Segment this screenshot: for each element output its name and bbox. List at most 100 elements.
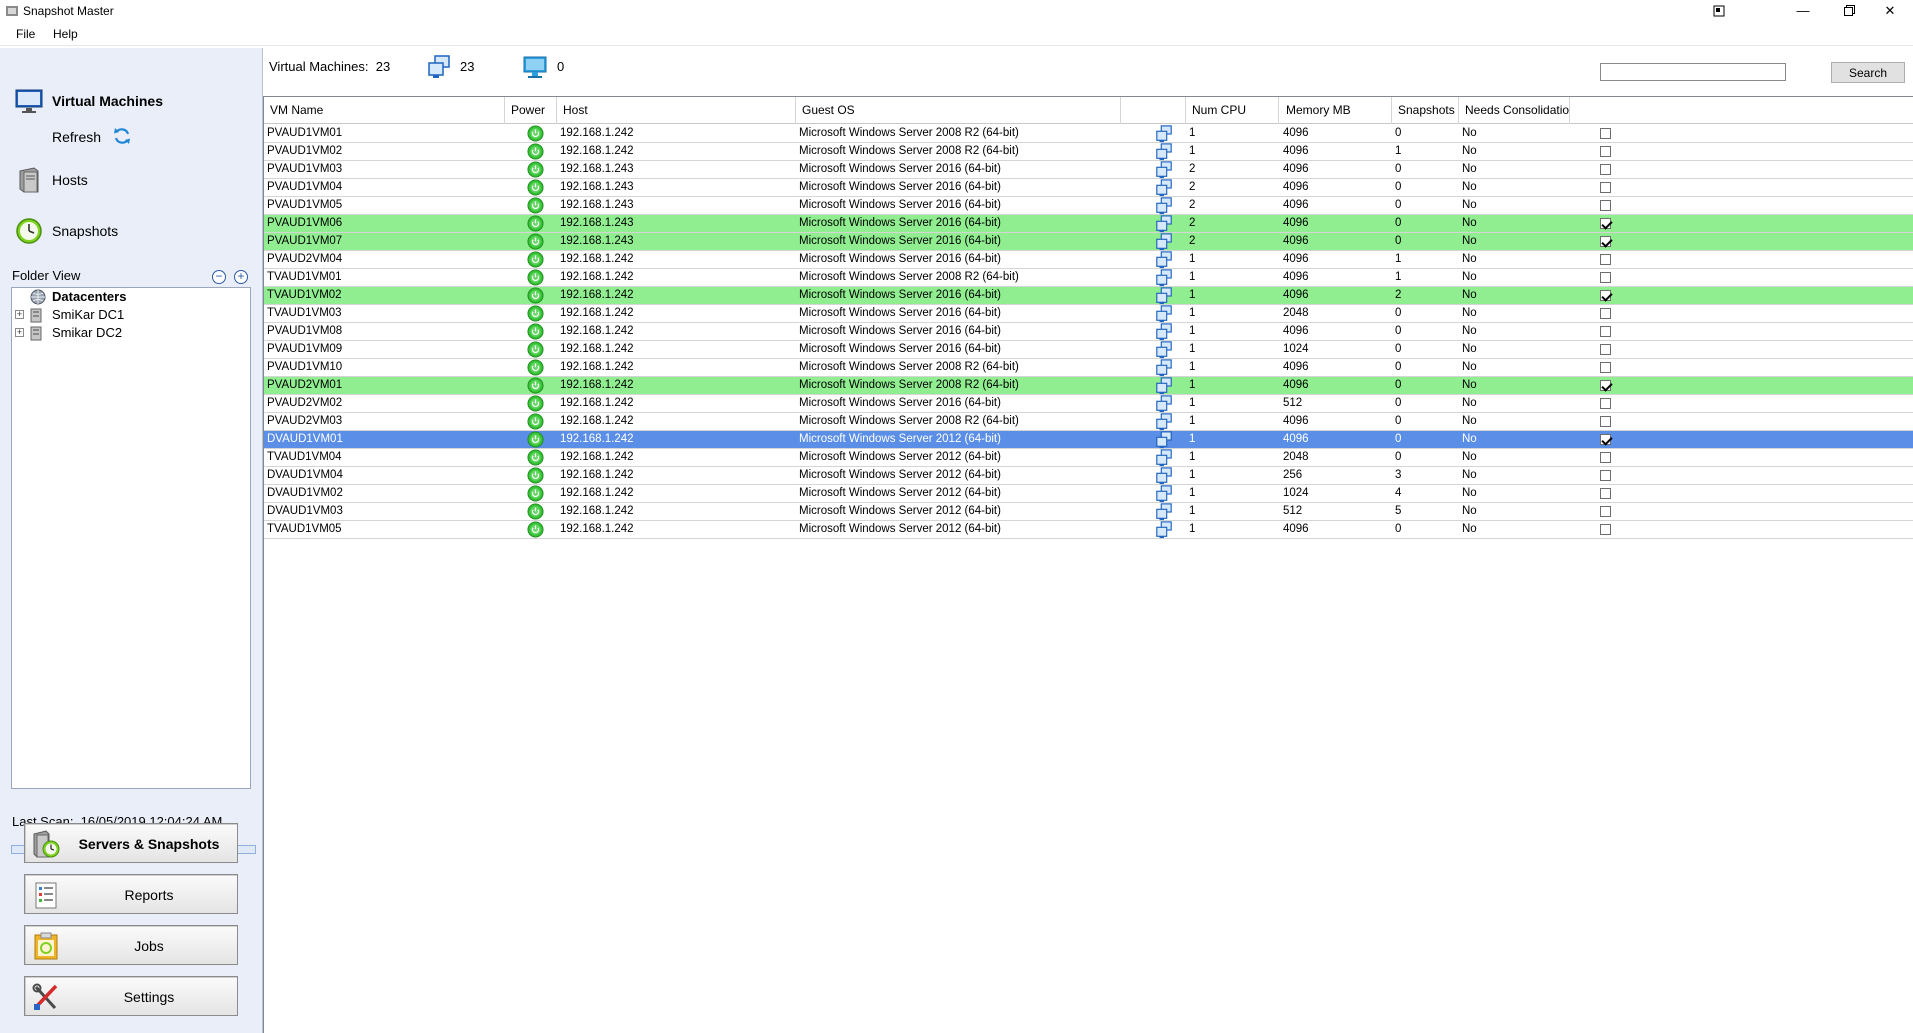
table-row[interactable]: DVAUD1VM04 192.168.1.242 Microsoft Windows…	[264, 467, 1913, 485]
vm-console-icon[interactable]	[1155, 197, 1173, 215]
table-row[interactable]: PVAUD2VM03 192.168.1.242 Microsoft Windows…	[264, 413, 1913, 431]
row-checkbox[interactable]	[1600, 218, 1611, 229]
column-header-host[interactable]: Host	[557, 97, 796, 124]
close-button[interactable]: ✕	[1867, 0, 1913, 22]
tree-expander[interactable]: +	[15, 310, 24, 319]
vm-console-icon[interactable]	[1155, 251, 1173, 269]
vm-console-icon[interactable]	[1155, 287, 1173, 305]
reports-button[interactable]: Reports	[24, 874, 238, 914]
refresh-link[interactable]: Refresh	[52, 129, 101, 145]
tree-node-smikar-dc1[interactable]: + SmiKar DC1	[12, 306, 242, 324]
row-checkbox[interactable]	[1600, 470, 1611, 481]
row-checkbox[interactable]	[1600, 344, 1611, 355]
vm-console-icon[interactable]	[1155, 233, 1173, 251]
column-header-vm-name[interactable]: VM Name	[264, 97, 505, 124]
folder-tree[interactable]: Datacenters + SmiKar DC1 + Smikar DC2	[11, 287, 251, 789]
vm-console-icon[interactable]	[1155, 161, 1173, 179]
vm-console-icon[interactable]	[1155, 359, 1173, 377]
vm-console-icon[interactable]	[1155, 179, 1173, 197]
row-checkbox[interactable]	[1600, 506, 1611, 517]
row-checkbox[interactable]	[1600, 272, 1611, 283]
collapse-all-button[interactable]: −	[212, 270, 226, 284]
row-checkbox[interactable]	[1600, 326, 1611, 337]
vm-console-icon[interactable]	[1155, 431, 1173, 449]
row-checkbox[interactable]	[1600, 416, 1611, 427]
row-checkbox[interactable]	[1600, 200, 1611, 211]
column-header-power[interactable]: Power	[505, 97, 557, 124]
settings-button[interactable]: Settings	[24, 976, 238, 1016]
table-row[interactable]: PVAUD1VM02 192.168.1.242 Microsoft Windows…	[264, 143, 1913, 161]
refresh-icon[interactable]	[112, 126, 132, 146]
minimize-button[interactable]: —	[1780, 0, 1826, 22]
vm-console-icon[interactable]	[1155, 269, 1173, 287]
table-row[interactable]: PVAUD1VM03 192.168.1.243 Microsoft Windows…	[264, 161, 1913, 179]
vm-console-icon[interactable]	[1155, 485, 1173, 503]
search-input[interactable]	[1600, 63, 1786, 81]
row-checkbox[interactable]	[1600, 128, 1611, 139]
column-header-snapshots[interactable]: Snapshots	[1392, 97, 1459, 124]
vm-console-icon[interactable]	[1155, 125, 1173, 143]
column-header-guest-os[interactable]: Guest OS	[796, 97, 1121, 124]
menu-help[interactable]: Help	[53, 27, 78, 41]
jobs-button[interactable]: Jobs	[24, 925, 238, 965]
row-checkbox[interactable]	[1600, 524, 1611, 535]
row-checkbox[interactable]	[1600, 452, 1611, 463]
table-row[interactable]: PVAUD1VM05 192.168.1.243 Microsoft Windows…	[264, 197, 1913, 215]
column-header-num-cpu[interactable]: Num CPU	[1186, 97, 1279, 124]
table-row[interactable]: TVAUD1VM02 192.168.1.242 Microsoft Windows…	[264, 287, 1913, 305]
table-row[interactable]: PVAUD1VM10 192.168.1.242 Microsoft Windows…	[264, 359, 1913, 377]
servers-snapshots-button[interactable]: Servers & Snapshots	[24, 823, 238, 863]
table-row[interactable]: PVAUD2VM01 192.168.1.242 Microsoft Windows…	[264, 377, 1913, 395]
vm-console-icon[interactable]	[1155, 467, 1173, 485]
row-checkbox[interactable]	[1600, 146, 1611, 157]
table-row[interactable]: PVAUD2VM04 192.168.1.242 Microsoft Windows…	[264, 251, 1913, 269]
table-row[interactable]: PVAUD1VM01 192.168.1.242 Microsoft Windows…	[264, 125, 1913, 143]
row-checkbox[interactable]	[1600, 380, 1611, 391]
row-checkbox[interactable]	[1600, 308, 1611, 319]
vm-console-icon[interactable]	[1155, 341, 1173, 359]
column-header-console[interactable]	[1121, 97, 1186, 124]
table-row[interactable]: DVAUD1VM02 192.168.1.242 Microsoft Windows…	[264, 485, 1913, 503]
row-checkbox[interactable]	[1600, 398, 1611, 409]
row-checkbox[interactable]	[1600, 290, 1611, 301]
vm-console-icon[interactable]	[1155, 215, 1173, 233]
vm-console-icon[interactable]	[1155, 395, 1173, 413]
table-row[interactable]: PVAUD2VM02 192.168.1.242 Microsoft Windows…	[264, 395, 1913, 413]
table-row[interactable]: PVAUD1VM09 192.168.1.242 Microsoft Windows…	[264, 341, 1913, 359]
row-checkbox[interactable]	[1600, 362, 1611, 373]
row-checkbox[interactable]	[1600, 182, 1611, 193]
table-row[interactable]: PVAUD1VM08 192.168.1.242 Microsoft Windows…	[264, 323, 1913, 341]
restore-layout-button[interactable]	[1696, 0, 1742, 22]
tree-node-datacenters[interactable]: Datacenters	[12, 288, 242, 306]
row-checkbox[interactable]	[1600, 434, 1611, 445]
menu-file[interactable]: File	[16, 27, 35, 41]
vm-console-icon[interactable]	[1155, 449, 1173, 467]
tree-node-smikar-dc2[interactable]: + Smikar DC2	[12, 324, 242, 342]
vm-console-icon[interactable]	[1155, 503, 1173, 521]
table-row[interactable]: TVAUD1VM03 192.168.1.242 Microsoft Windows…	[264, 305, 1913, 323]
table-row[interactable]: PVAUD1VM06 192.168.1.243 Microsoft Windows…	[264, 215, 1913, 233]
vm-console-icon[interactable]	[1155, 413, 1173, 431]
vm-console-icon[interactable]	[1155, 143, 1173, 161]
column-header-memory[interactable]: Memory MB	[1280, 97, 1392, 124]
table-row[interactable]: PVAUD1VM04 192.168.1.243 Microsoft Windows…	[264, 179, 1913, 197]
table-row[interactable]: TVAUD1VM01 192.168.1.242 Microsoft Windows…	[264, 269, 1913, 287]
vm-console-icon[interactable]	[1155, 305, 1173, 323]
row-checkbox[interactable]	[1600, 236, 1611, 247]
table-row[interactable]: TVAUD1VM05 192.168.1.242 Microsoft Windows…	[264, 521, 1913, 539]
table-row[interactable]: DVAUD1VM01 192.168.1.242 Microsoft Windows…	[264, 431, 1913, 449]
maximize-button[interactable]	[1826, 0, 1872, 22]
row-checkbox[interactable]	[1600, 488, 1611, 499]
row-checkbox[interactable]	[1600, 254, 1611, 265]
expand-all-button[interactable]: +	[234, 270, 248, 284]
vm-console-icon[interactable]	[1155, 521, 1173, 539]
column-header-needs-consolidation[interactable]: Needs Consolidation	[1459, 97, 1570, 124]
table-row[interactable]: PVAUD1VM07 192.168.1.243 Microsoft Windows…	[264, 233, 1913, 251]
tree-expander[interactable]: +	[15, 328, 24, 337]
row-checkbox[interactable]	[1600, 164, 1611, 175]
table-row[interactable]: TVAUD1VM04 192.168.1.242 Microsoft Windows…	[264, 449, 1913, 467]
vm-console-icon[interactable]	[1155, 323, 1173, 341]
table-row[interactable]: DVAUD1VM03 192.168.1.242 Microsoft Windows…	[264, 503, 1913, 521]
vm-console-icon[interactable]	[1155, 377, 1173, 395]
search-button[interactable]: Search	[1831, 62, 1905, 83]
